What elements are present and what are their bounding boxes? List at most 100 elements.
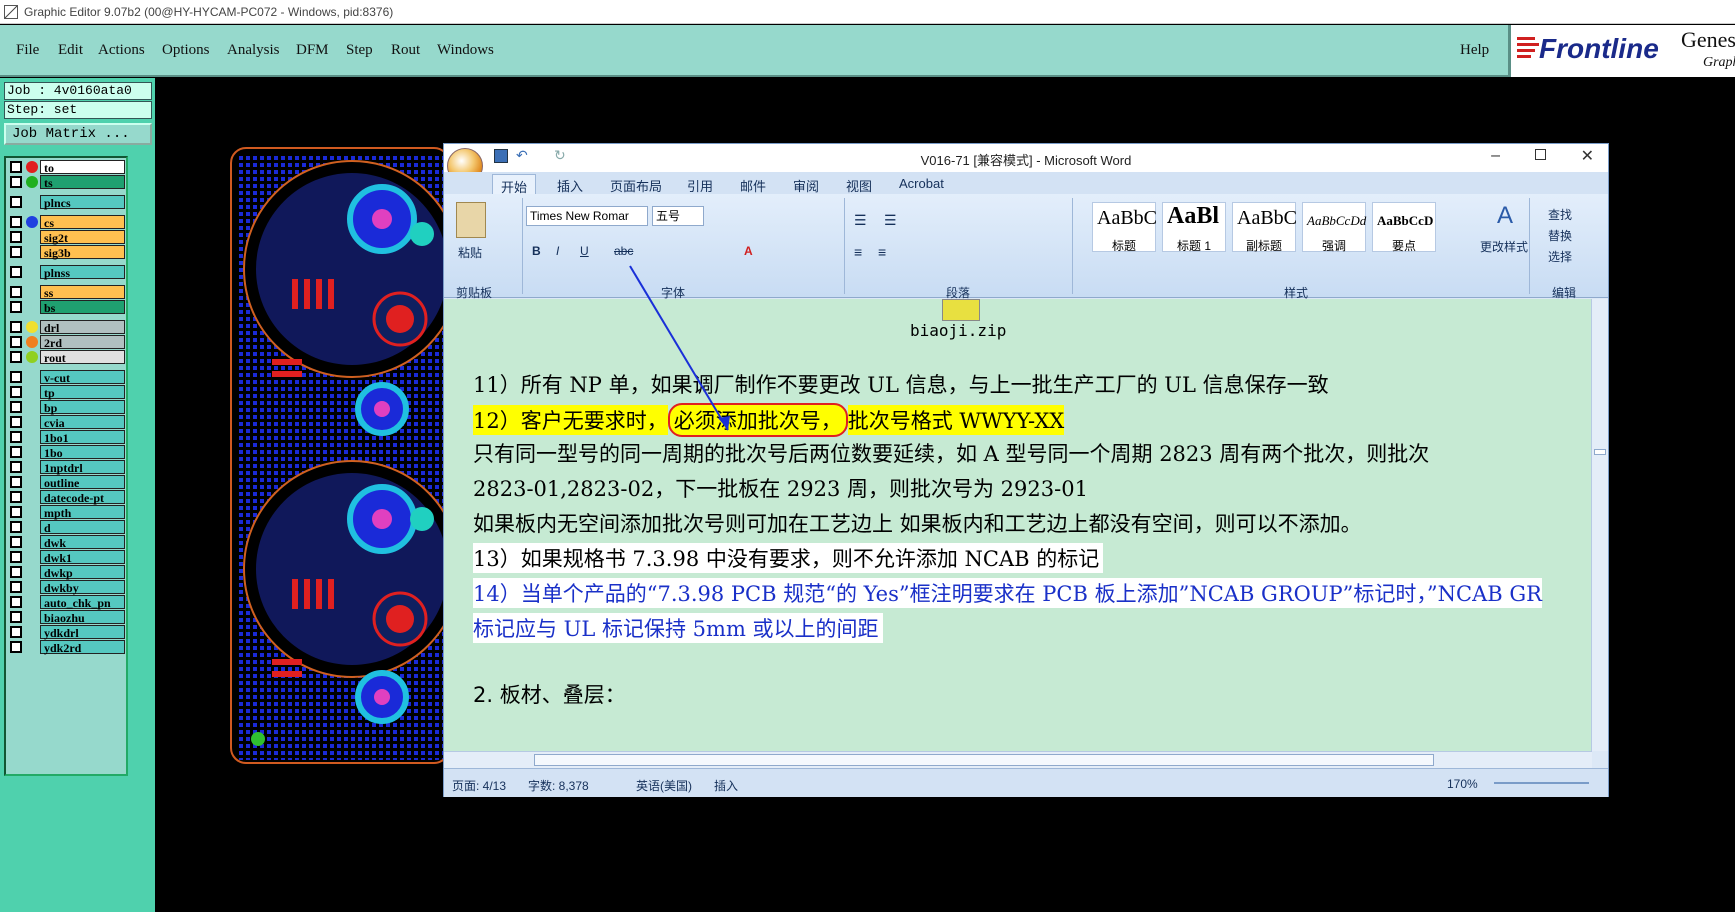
layer-name[interactable]: ts	[40, 175, 125, 190]
h-scroll-thumb[interactable]	[534, 754, 1434, 766]
layer-name[interactable]: outline	[40, 475, 125, 490]
layer-checkbox[interactable]	[10, 246, 22, 258]
align-left-icon[interactable]: ≡	[854, 244, 862, 260]
layer-name[interactable]: drl	[40, 320, 125, 335]
layer-checkbox[interactable]	[10, 551, 22, 563]
layer-row-biaozhu[interactable]: biaozhu	[10, 610, 125, 625]
layer-row-ts[interactable]: ts	[10, 175, 125, 190]
layer-name[interactable]: cs	[40, 215, 125, 230]
word-count[interactable]: 字数: 8,378	[528, 777, 589, 794]
layer-row-plncs[interactable]: plncs	[10, 195, 125, 210]
layer-checkbox[interactable]	[10, 566, 22, 578]
menu-rout[interactable]: Rout	[391, 42, 420, 59]
layer-name[interactable]: rout	[40, 350, 125, 365]
layer-row-dwk1[interactable]: dwk1	[10, 550, 125, 565]
layer-name[interactable]: sig2t	[40, 230, 125, 245]
save-icon[interactable]	[494, 149, 508, 163]
layer-name[interactable]: ydk2rd	[40, 640, 125, 655]
layer-name[interactable]: d	[40, 520, 125, 535]
layer-name[interactable]: to	[40, 160, 125, 175]
layer-checkbox[interactable]	[10, 196, 22, 208]
layer-checkbox[interactable]	[10, 216, 22, 228]
layer-row-outline[interactable]: outline	[10, 475, 125, 490]
strikethrough-button[interactable]: abc	[614, 244, 633, 258]
layer-row-plnss[interactable]: plnss	[10, 265, 125, 280]
layer-row-1bo[interactable]: 1bo	[10, 445, 125, 460]
select-button[interactable]: 选择	[1548, 248, 1572, 265]
insert-mode[interactable]: 插入	[714, 777, 738, 794]
layer-name[interactable]: cvia	[40, 415, 125, 430]
layer-name[interactable]: bp	[40, 400, 125, 415]
layer-row-sig2t[interactable]: sig2t	[10, 230, 125, 245]
layer-name[interactable]: sig3b	[40, 245, 125, 260]
layer-row-2rd[interactable]: 2rd	[10, 335, 125, 350]
layer-name[interactable]: 2rd	[40, 335, 125, 350]
layer-name[interactable]: bs	[40, 300, 125, 315]
layer-row-dwk[interactable]: dwk	[10, 535, 125, 550]
layer-checkbox[interactable]	[10, 351, 22, 363]
horizontal-scrollbar[interactable]	[444, 751, 1592, 768]
layer-name[interactable]: datecode-pt	[40, 490, 125, 505]
bold-button[interactable]: B	[532, 244, 541, 258]
find-button[interactable]: 查找	[1548, 206, 1572, 223]
layer-name[interactable]: 1nptdrl	[40, 460, 125, 475]
zoom-level[interactable]: 170%	[1447, 777, 1478, 791]
job-matrix-button[interactable]: Job Matrix ...	[4, 123, 152, 145]
layer-name[interactable]: biaozhu	[40, 610, 125, 625]
paste-icon[interactable]	[456, 202, 486, 238]
tab-acrobat[interactable]: Acrobat	[899, 176, 944, 191]
vertical-scrollbar[interactable]	[1591, 299, 1608, 751]
layer-checkbox[interactable]	[10, 611, 22, 623]
font-color-button[interactable]: A	[744, 244, 753, 258]
menu-help[interactable]: Help	[1460, 42, 1489, 59]
tab-view[interactable]: 视图	[846, 176, 872, 195]
menu-file[interactable]: File	[16, 42, 39, 59]
align-center-icon[interactable]: ≡	[878, 244, 886, 260]
style-emphasis[interactable]: AaBbCcDd 强调	[1302, 202, 1366, 253]
undo-icon[interactable]: ↶	[516, 147, 528, 164]
layer-row-datecode-pt[interactable]: datecode-pt	[10, 490, 125, 505]
layer-checkbox[interactable]	[10, 401, 22, 413]
layer-row-ydk2rd[interactable]: ydk2rd	[10, 640, 125, 655]
layer-row-bp[interactable]: bp	[10, 400, 125, 415]
layer-checkbox[interactable]	[10, 431, 22, 443]
close-icon[interactable]: ✕	[1581, 146, 1594, 166]
scroll-thumb[interactable]	[1594, 449, 1606, 455]
layer-checkbox[interactable]	[10, 231, 22, 243]
layer-row-v-cut[interactable]: v-cut	[10, 370, 125, 385]
layer-row-cvia[interactable]: cvia	[10, 415, 125, 430]
tab-page-layout[interactable]: 页面布局	[610, 176, 662, 195]
layer-name[interactable]: 1bo1	[40, 430, 125, 445]
minimize-icon[interactable]: –	[1491, 147, 1500, 165]
paste-label[interactable]: 粘贴	[458, 244, 482, 261]
layer-checkbox[interactable]	[10, 321, 22, 333]
layer-name[interactable]: dwkp	[40, 565, 125, 580]
layer-row-bs[interactable]: bs	[10, 300, 125, 315]
layer-checkbox[interactable]	[10, 506, 22, 518]
menu-actions[interactable]: Actions	[98, 42, 145, 59]
layer-checkbox[interactable]	[10, 176, 22, 188]
layer-row-sig3b[interactable]: sig3b	[10, 245, 125, 260]
menu-windows[interactable]: Windows	[437, 42, 494, 59]
tab-insert[interactable]: 插入	[557, 176, 583, 195]
layer-row-ss[interactable]: ss	[10, 285, 125, 300]
layer-checkbox[interactable]	[10, 461, 22, 473]
layer-row-cs[interactable]: cs	[10, 215, 125, 230]
layer-row-auto_chk_pn[interactable]: auto_chk_pn	[10, 595, 125, 610]
layer-checkbox[interactable]	[10, 626, 22, 638]
tab-references[interactable]: 引用	[687, 176, 713, 195]
layer-checkbox[interactable]	[10, 476, 22, 488]
tab-mailings[interactable]: 邮件	[740, 176, 766, 195]
layer-row-ydkdrl[interactable]: ydkdrl	[10, 625, 125, 640]
style-heading-1[interactable]: AaBl 标题 1	[1162, 202, 1226, 253]
layer-name[interactable]: ss	[40, 285, 125, 300]
layer-name[interactable]: v-cut	[40, 370, 125, 385]
layer-checkbox[interactable]	[10, 266, 22, 278]
layer-checkbox[interactable]	[10, 301, 22, 313]
language-indicator[interactable]: 英语(美国)	[636, 777, 692, 794]
font-size-combo[interactable]: 五号	[652, 206, 704, 226]
style-heading[interactable]: AaBbC 标题	[1092, 202, 1157, 253]
layer-name[interactable]: dwk	[40, 535, 125, 550]
layer-checkbox[interactable]	[10, 581, 22, 593]
layer-row-1bo1[interactable]: 1bo1	[10, 430, 125, 445]
